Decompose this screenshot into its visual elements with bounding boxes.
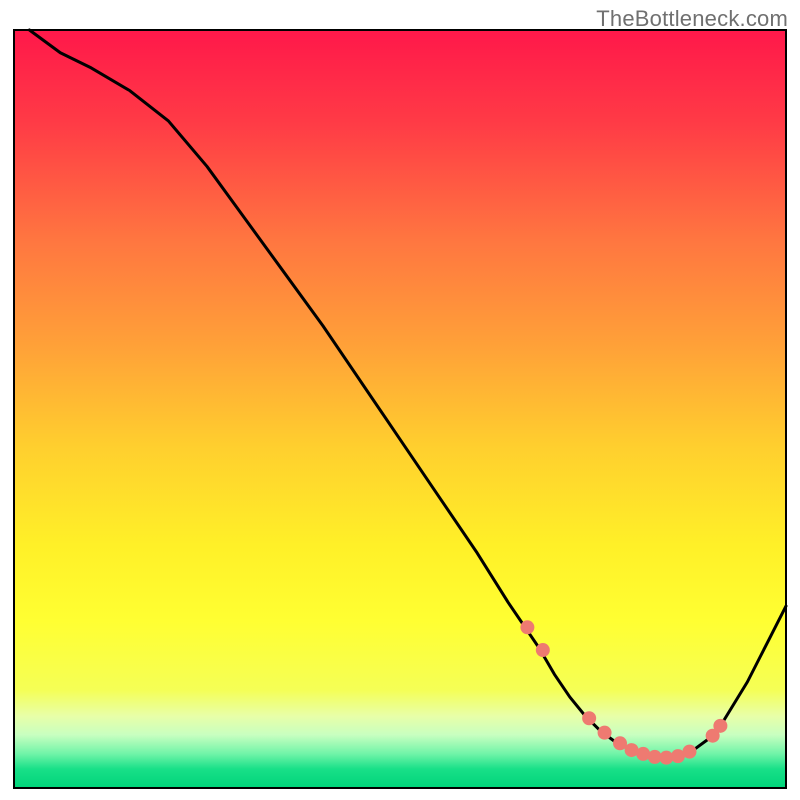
- highlight-dot: [713, 719, 727, 733]
- chart-svg: [0, 0, 800, 800]
- highlight-dot: [520, 620, 534, 634]
- highlight-dot: [598, 726, 612, 740]
- highlight-dot: [536, 643, 550, 657]
- highlight-dot: [683, 745, 697, 759]
- chart-container: TheBottleneck.com: [0, 0, 800, 800]
- highlight-dot: [582, 711, 596, 725]
- chart-background: [14, 30, 786, 788]
